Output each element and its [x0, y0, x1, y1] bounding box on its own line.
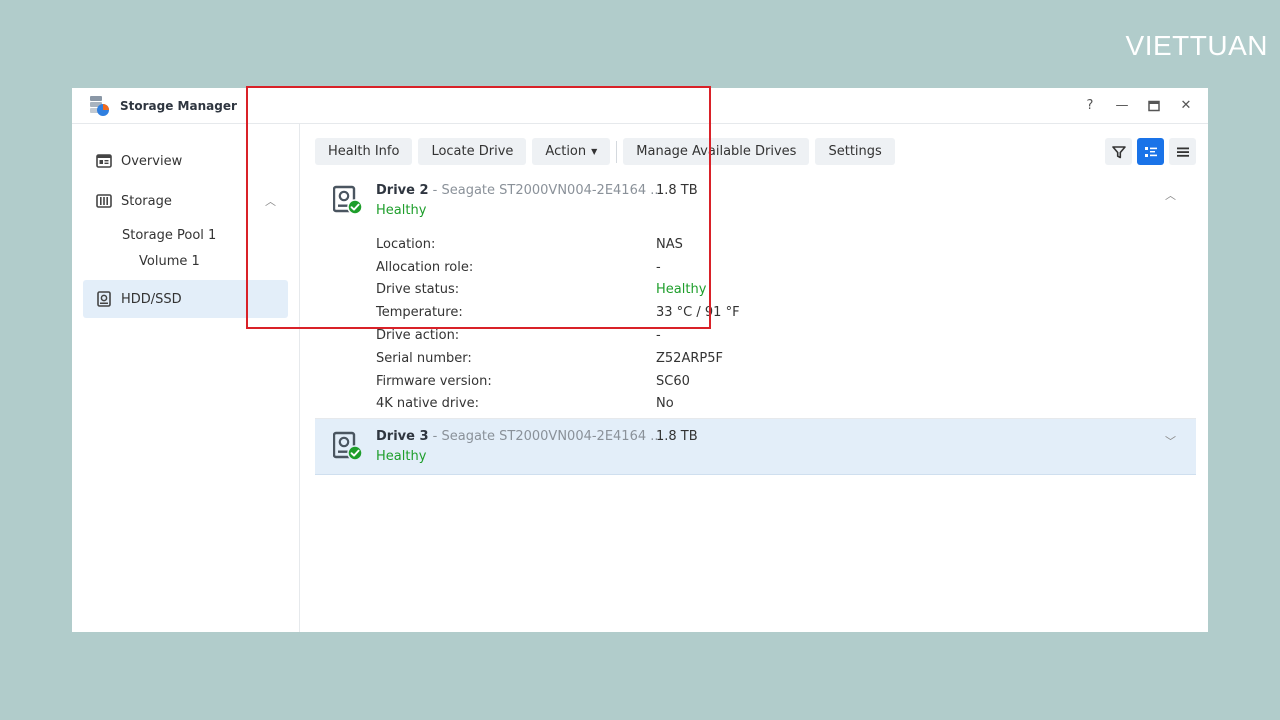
detail-value: 33 °C / 91 °F: [656, 305, 740, 321]
list-detail-view-button[interactable]: [1137, 138, 1164, 165]
detail-label: Allocation role:: [376, 259, 474, 275]
detail-row-location: Location: NAS: [376, 233, 740, 256]
drive-item[interactable]: Drive 2 - Seagate ST2000VN004-2E4164 ...…: [315, 173, 1196, 419]
filter-icon: [1111, 145, 1126, 158]
detail-label: Location:: [376, 236, 436, 252]
brand-logo: VIETTUAN: [1125, 30, 1268, 61]
detail-value: Z52ARP5F: [656, 350, 723, 366]
drive-details: Location: NAS Allocation role: - Drive sta…: [376, 233, 740, 415]
expand-chevron-icon[interactable]: ﹀: [1165, 433, 1176, 449]
filter-button[interactable]: [1105, 138, 1132, 165]
drive-name: Drive 2: [376, 183, 429, 198]
close-button[interactable]: ✕: [1178, 98, 1194, 114]
sidebar-item-volume-1[interactable]: Volume 1: [83, 248, 288, 274]
sidebar-item-label: Storage: [121, 193, 172, 209]
detail-value: No: [656, 396, 674, 412]
manage-available-drives-button[interactable]: Manage Available Drives: [623, 138, 810, 165]
sidebar: Overview Storage ︿ Storage Pool 1 Volume…: [72, 124, 300, 632]
locate-drive-button[interactable]: Locate Drive: [418, 138, 527, 165]
toolbar-divider: [616, 140, 618, 163]
health-info-button[interactable]: Health Info: [315, 138, 413, 165]
action-label: Action: [545, 144, 587, 159]
detail-label: Firmware version:: [376, 373, 492, 389]
storage-icon: [96, 193, 112, 209]
maximize-button[interactable]: [1146, 98, 1162, 114]
minimize-button[interactable]: —: [1114, 98, 1130, 114]
sidebar-item-hdd-ssd[interactable]: HDD/SSD: [83, 280, 288, 318]
collapse-chevron-icon[interactable]: ︿: [1165, 187, 1176, 203]
sidebar-item-label: Overview: [121, 153, 183, 169]
main-panel: Health Info Locate Drive Action ▼ Manage…: [300, 124, 1208, 632]
drive-model: - Seagate ST2000VN004-2E4164 ...: [428, 183, 663, 198]
detail-row-allocation-role: Allocation role: -: [376, 256, 740, 279]
drive-status: Healthy: [376, 449, 427, 464]
hdd-icon: [96, 291, 112, 307]
drive-model: - Seagate ST2000VN004-2E4164 ...: [428, 429, 663, 444]
title-bar: Storage Manager ? — ✕: [72, 88, 1208, 124]
maximize-icon: [1148, 100, 1160, 111]
detail-row-4k-native-drive: 4K native drive: No: [376, 393, 740, 416]
detail-value: Healthy: [656, 282, 707, 298]
detail-row-firmware-version: Firmware version: SC60: [376, 370, 740, 393]
action-dropdown-button[interactable]: Action ▼: [532, 138, 611, 165]
detail-row-temperature: Temperature: 33 °C / 91 °F: [376, 301, 740, 324]
settings-button[interactable]: Settings: [815, 138, 895, 165]
storage-manager-app-icon: [88, 95, 110, 117]
drive-item[interactable]: Drive 3 - Seagate ST2000VN004-2E4164 ...…: [315, 419, 1196, 475]
sidebar-item-storage-pool-1[interactable]: Storage Pool 1: [83, 222, 288, 248]
detail-value: -: [656, 328, 661, 344]
detail-label: Serial number:: [376, 350, 472, 366]
detail-label: 4K native drive:: [376, 396, 479, 412]
help-button[interactable]: ?: [1082, 98, 1098, 114]
drive-size: 1.8 TB: [656, 183, 698, 198]
detail-row-drive-action: Drive action: -: [376, 324, 740, 347]
detail-row-drive-status: Drive status: Healthy: [376, 279, 740, 302]
toolbar: Health Info Locate Drive Action ▼ Manage…: [315, 138, 1196, 165]
drive-name: Drive 3: [376, 429, 429, 444]
detail-value: SC60: [656, 373, 690, 389]
list-view-button[interactable]: [1169, 138, 1196, 165]
drive-healthy-icon: [332, 431, 363, 461]
detail-label: Drive status:: [376, 282, 460, 298]
detail-value: NAS: [656, 236, 683, 252]
sidebar-item-storage[interactable]: Storage ︿: [83, 182, 288, 220]
drive-healthy-icon: [332, 185, 363, 215]
detail-label: Drive action:: [376, 328, 460, 344]
detail-row-serial-number: Serial number: Z52ARP5F: [376, 347, 740, 370]
list-icon: [1176, 147, 1189, 157]
detail-label: Temperature:: [376, 305, 463, 321]
caret-down-icon: ▼: [591, 147, 598, 156]
sidebar-item-label: HDD/SSD: [121, 291, 182, 307]
drive-status: Healthy: [376, 203, 427, 218]
list-detail-icon: [1144, 146, 1157, 157]
drive-size: 1.8 TB: [656, 429, 698, 444]
storage-manager-window: Storage Manager ? — ✕ Overview Storage ︿…: [72, 88, 1208, 632]
window-title: Storage Manager: [120, 98, 237, 113]
sidebar-item-overview[interactable]: Overview: [83, 142, 288, 180]
detail-value: -: [656, 259, 661, 275]
chevron-up-icon[interactable]: ︿: [265, 193, 276, 209]
overview-icon: [96, 153, 112, 169]
